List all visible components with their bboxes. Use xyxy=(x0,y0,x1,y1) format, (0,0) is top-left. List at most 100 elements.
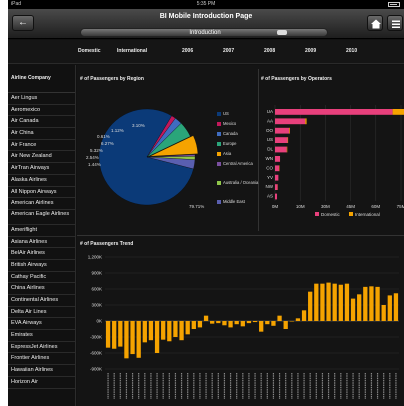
sidebar-item[interactable]: EVA Airways xyxy=(8,318,75,331)
operator-bar-international[interactable] xyxy=(286,146,288,153)
trend-bar[interactable] xyxy=(167,321,172,342)
sidebar-item[interactable]: Ameriflight xyxy=(8,225,75,237)
trend-bar[interactable] xyxy=(350,298,356,321)
sidebar-item[interactable]: ExpressJet Airlines xyxy=(8,342,75,354)
filter-2010[interactable]: 2010 xyxy=(346,48,357,54)
sidebar-item[interactable]: Cathay Pacific xyxy=(8,272,75,284)
sidebar-item[interactable]: Emirates xyxy=(8,330,75,342)
menu-button[interactable] xyxy=(387,15,403,31)
sidebar-item[interactable]: Frontier Airlines xyxy=(8,353,75,366)
trend-bar[interactable] xyxy=(295,318,301,321)
operator-bar-domestic[interactable] xyxy=(275,184,278,190)
trend-bar[interactable] xyxy=(154,321,160,353)
trend-bar[interactable] xyxy=(289,321,294,322)
sidebar-item[interactable]: Horizon Air xyxy=(8,377,75,389)
operator-bar-international[interactable] xyxy=(287,137,289,143)
sidebar-item[interactable]: Hawaiian Airlines xyxy=(8,365,75,377)
sidebar-item[interactable]: Aeromexico xyxy=(8,105,75,117)
sidebar-item[interactable]: Air New Zealand xyxy=(8,151,75,164)
operator-bar-international[interactable] xyxy=(289,127,290,134)
trend-bar[interactable] xyxy=(130,321,135,355)
sidebar-item[interactable]: Air France xyxy=(8,140,75,152)
trend-bar[interactable] xyxy=(308,291,313,321)
trend-bar[interactable] xyxy=(393,293,399,321)
operator-bar-domestic[interactable] xyxy=(275,146,287,153)
trend-bar[interactable] xyxy=(203,315,209,321)
operator-bar-international[interactable] xyxy=(392,109,404,115)
trend-bar[interactable] xyxy=(148,321,154,341)
operator-bar-domestic[interactable] xyxy=(275,109,393,115)
trend-bar[interactable] xyxy=(314,283,319,321)
sidebar-item[interactable]: Asiana Airlines xyxy=(8,237,75,249)
trend-bar[interactable] xyxy=(240,321,245,327)
trend-bar[interactable] xyxy=(259,321,264,332)
sidebar-item[interactable]: British Airways xyxy=(8,260,75,272)
sidebar-item[interactable]: Delta Air Lines xyxy=(8,307,75,319)
trend-bar[interactable] xyxy=(185,321,190,335)
trend-bar[interactable] xyxy=(161,321,166,340)
filter-international[interactable]: International xyxy=(117,48,147,54)
trend-bar[interactable] xyxy=(179,321,184,341)
sidebar-item[interactable]: AirTran Airways xyxy=(8,163,75,175)
trend-bar[interactable] xyxy=(246,321,252,324)
trend-bar[interactable] xyxy=(344,283,350,321)
filter-2008[interactable]: 2008 xyxy=(264,48,275,54)
trend-bar[interactable] xyxy=(277,315,282,321)
sidebar-item[interactable]: All Nippon Airways xyxy=(8,187,75,199)
sidebar-item[interactable]: BelAir Airlines xyxy=(8,248,75,260)
legend-item: Middle East xyxy=(217,199,259,209)
trend-bar[interactable] xyxy=(197,321,203,328)
trend-bar[interactable] xyxy=(387,295,392,321)
trend-bar[interactable] xyxy=(112,321,117,349)
trend-bar[interactable] xyxy=(210,321,215,324)
trend-bar[interactable] xyxy=(326,282,331,321)
trend-bar[interactable] xyxy=(191,321,196,329)
trend-bar[interactable] xyxy=(363,286,368,321)
trend-bar[interactable] xyxy=(118,321,123,347)
trend-bar[interactable] xyxy=(338,284,343,321)
filter-2007[interactable]: 2007 xyxy=(223,48,234,54)
operator-bar-domestic[interactable] xyxy=(275,193,278,200)
home-button[interactable] xyxy=(367,15,383,31)
operator-bar-domestic[interactable] xyxy=(275,127,290,134)
filter-2006[interactable]: 2006 xyxy=(182,48,193,54)
filter-2009[interactable]: 2009 xyxy=(305,48,316,54)
trend-bar[interactable] xyxy=(332,283,337,321)
trend-bar[interactable] xyxy=(252,321,258,323)
trend-bar[interactable] xyxy=(173,321,178,337)
trend-bar[interactable] xyxy=(105,321,111,348)
sidebar-item[interactable]: Aer Lingus xyxy=(8,93,75,105)
sidebar-item[interactable]: Air Canada xyxy=(8,116,75,129)
sidebar-item[interactable]: Alaska Airlines xyxy=(8,175,75,187)
operator-bar-domestic[interactable] xyxy=(275,137,288,143)
trend-bar[interactable] xyxy=(265,321,270,325)
trend-bar[interactable] xyxy=(357,294,362,321)
sidebar-item[interactable]: Continental Airlines xyxy=(8,295,75,307)
sidebar-item[interactable]: China Airlines xyxy=(8,283,75,295)
sidebar-item[interactable]: American Airlines xyxy=(8,198,75,210)
trend-bar[interactable] xyxy=(136,321,141,358)
sidebar-item[interactable]: Air China xyxy=(8,128,75,140)
trend-bar[interactable] xyxy=(228,321,233,328)
trend-bar[interactable] xyxy=(375,286,380,321)
filter-domestic[interactable]: Domestic xyxy=(78,48,101,54)
legend-item: Canada xyxy=(217,131,259,141)
trend-bar[interactable] xyxy=(222,321,227,326)
trend-bar[interactable] xyxy=(283,321,288,329)
operator-bar-international[interactable] xyxy=(305,118,307,125)
operator-bar-domestic[interactable] xyxy=(275,156,281,162)
trend-bar[interactable] xyxy=(124,321,129,359)
trend-bar[interactable] xyxy=(142,321,147,343)
tab-introduction[interactable]: Introduction xyxy=(80,28,328,37)
trend-bar[interactable] xyxy=(301,310,307,321)
trend-bar[interactable] xyxy=(369,286,374,321)
trend-bar[interactable] xyxy=(381,305,386,321)
trend-bar[interactable] xyxy=(271,321,276,326)
trend-bar[interactable] xyxy=(234,321,239,325)
trend-bar[interactable] xyxy=(320,283,325,321)
trend-bar[interactable] xyxy=(216,321,221,324)
operator-bar-domestic[interactable] xyxy=(275,165,280,172)
operator-bar-domestic[interactable] xyxy=(275,118,306,125)
sidebar-item[interactable]: American Eagle Airlines xyxy=(8,210,75,225)
operator-bar-domestic[interactable] xyxy=(275,174,279,181)
